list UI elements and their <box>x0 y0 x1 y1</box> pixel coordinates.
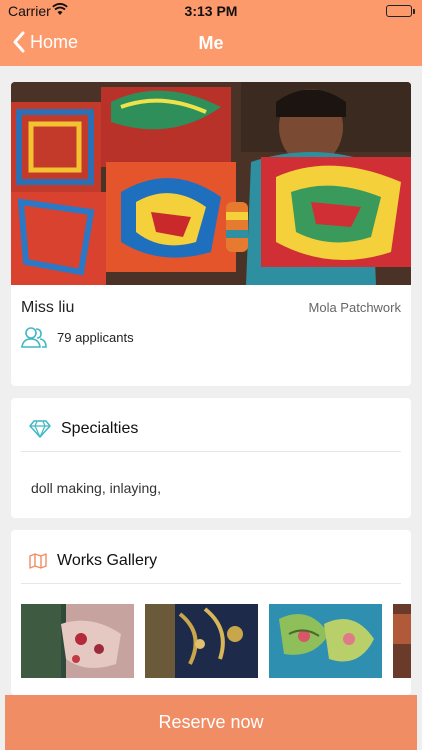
profile-photo <box>11 82 411 285</box>
reserve-now-button[interactable]: Reserve now <box>5 695 417 750</box>
gallery-strip[interactable] <box>21 604 411 680</box>
divider <box>21 451 401 452</box>
specialties-card: Specialties doll making, inlaying, <box>11 398 411 518</box>
applicants-count: 79 applicants <box>57 329 134 345</box>
works-gallery-card: Works Gallery <box>11 530 411 695</box>
artisan-name: Miss liu <box>21 299 75 316</box>
map-icon <box>29 553 47 569</box>
page-title: Me <box>198 33 224 53</box>
specialties-title: Specialties <box>61 420 139 437</box>
clock: 3:13 PM <box>184 3 238 19</box>
gallery-title: Works Gallery <box>57 552 158 569</box>
gallery-header: Works Gallery <box>29 552 157 570</box>
status-bar: Carrier 3:13 PM <box>0 0 422 22</box>
gallery-thumbnail[interactable] <box>269 604 382 678</box>
specialties-header: Specialties <box>29 420 138 438</box>
applicants-row: 79 applicants <box>21 326 134 348</box>
gallery-thumbnail[interactable] <box>393 604 411 678</box>
profile-card: Miss liu Mola Patchwork 79 applicants <box>11 82 411 386</box>
specialties-text: doll making, inlaying, <box>31 480 161 496</box>
battery-icon <box>386 5 415 17</box>
nav-bar: Home Me <box>0 22 422 66</box>
divider <box>21 583 401 584</box>
gallery-thumbnail[interactable] <box>21 604 134 678</box>
gallery-thumbnail[interactable] <box>145 604 258 678</box>
diamond-icon <box>29 420 51 438</box>
people-icon <box>21 326 47 348</box>
craft-label: Mola Patchwork <box>308 300 401 315</box>
